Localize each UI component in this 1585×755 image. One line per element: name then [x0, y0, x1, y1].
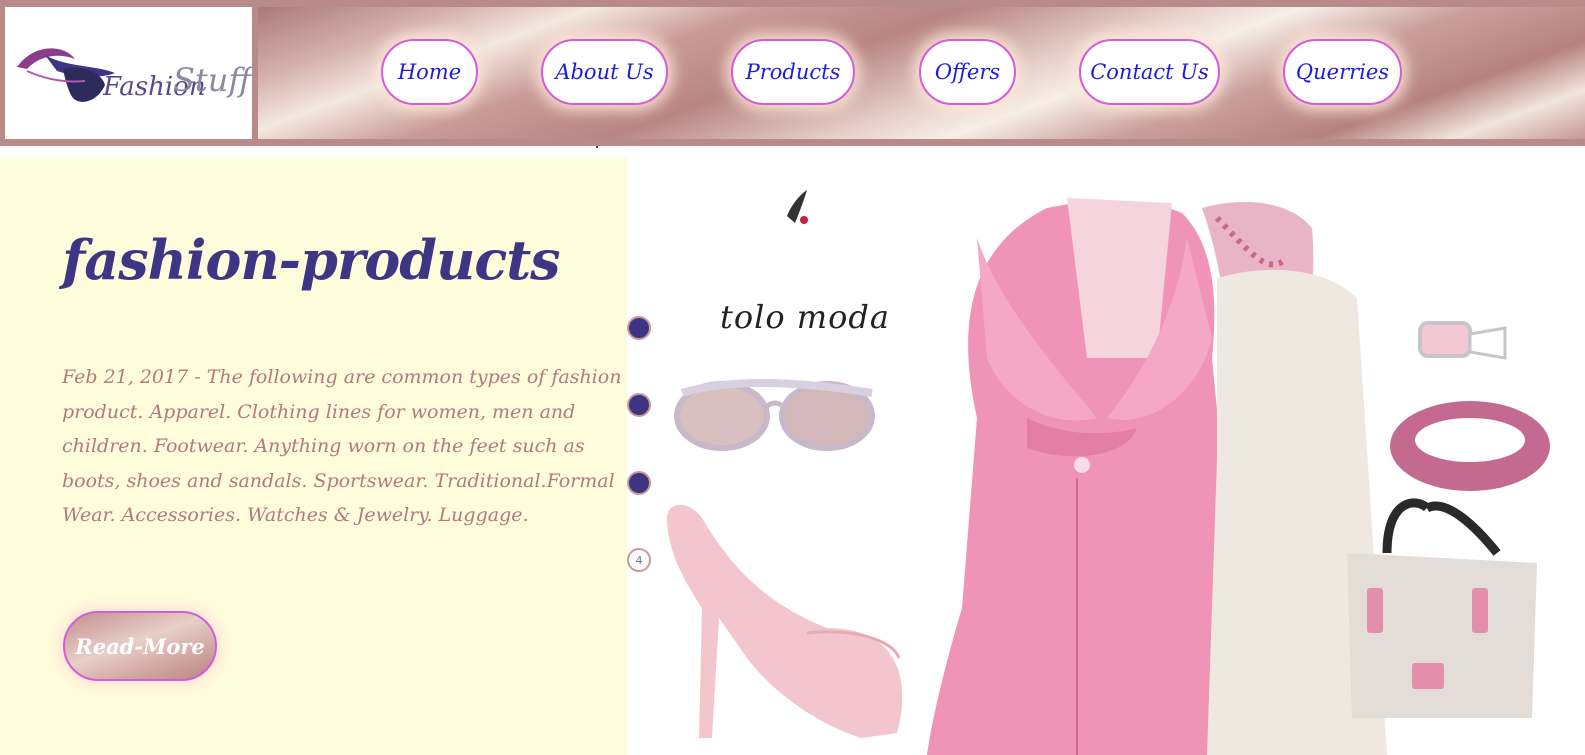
slider-dot-1[interactable]: 1	[627, 316, 651, 340]
nav-contact-button[interactable]: Contact Us	[1079, 39, 1220, 105]
nav-offers-button[interactable]: Offers	[919, 39, 1016, 105]
site-header: Fashion Stuff Home About Us Products Off…	[0, 0, 1585, 146]
svg-text:Stuff: Stuff	[173, 61, 252, 99]
read-more-button[interactable]: Read-More	[63, 611, 217, 681]
page-edge	[1565, 146, 1585, 755]
hero-image: tolo moda	[627, 158, 1565, 755]
logo[interactable]: Fashion Stuff	[5, 7, 256, 139]
nav-querries-button[interactable]: Querries	[1283, 39, 1402, 105]
slider-dot-3[interactable]: 3	[627, 471, 651, 495]
slider-dot-4[interactable]: 4	[627, 548, 651, 572]
fashion-collage-image	[667, 190, 1550, 755]
hero-description: Feb 21, 2017 - The following are common …	[62, 366, 622, 526]
image-brand-text: tolo moda	[720, 298, 890, 336]
divider	[596, 146, 598, 148]
nav-products-button[interactable]: Products	[731, 39, 855, 105]
logo-icon: Fashion Stuff	[17, 48, 256, 102]
nav-about-button[interactable]: About Us	[541, 39, 668, 105]
page-title: fashion-products	[62, 228, 561, 292]
slider-dot-2[interactable]: 2	[627, 393, 651, 417]
nav-home-button[interactable]: Home	[381, 39, 478, 105]
